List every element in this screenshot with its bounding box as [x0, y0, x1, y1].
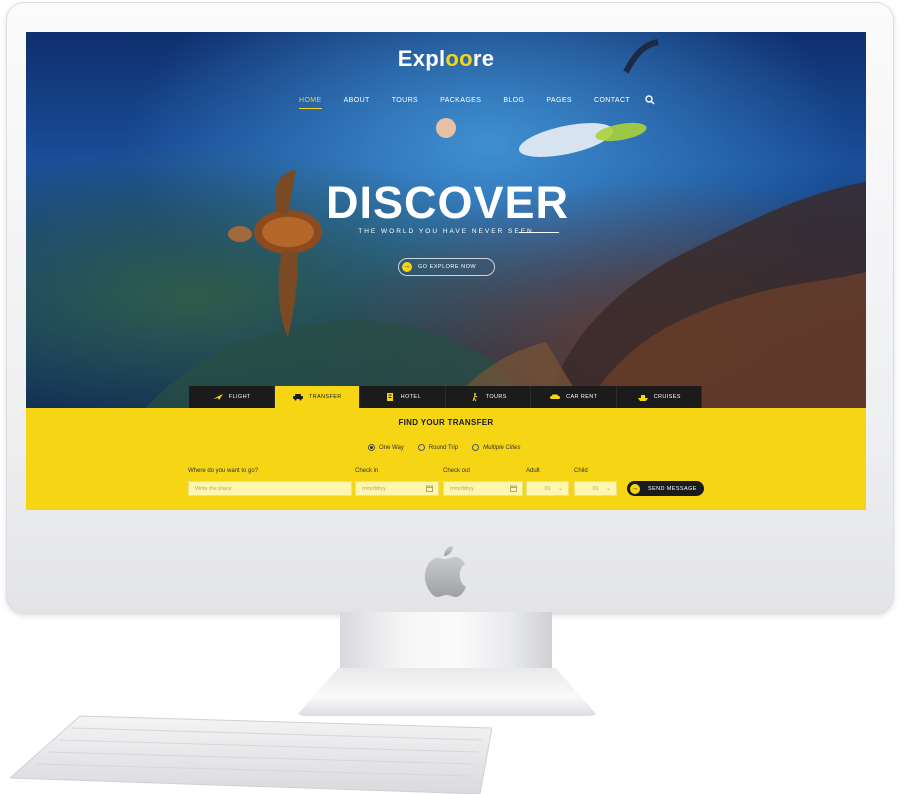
apple-logo-icon	[424, 546, 466, 597]
calendar-icon	[426, 485, 433, 492]
nav-contact[interactable]: CONTACT	[583, 97, 641, 104]
ship-icon	[637, 395, 648, 401]
adult-value: 01	[544, 485, 551, 492]
go-explore-label: GO EXPLORE NOW	[418, 264, 477, 270]
tab-transfer[interactable]: TRANSFER	[274, 386, 360, 408]
brand-suffix: re	[472, 46, 495, 71]
booking-panel: FIND YOUR TRANSFER One Way Round Trip Mu…	[26, 408, 866, 510]
option-round-trip[interactable]: Round Trip	[417, 444, 459, 451]
keyboard	[10, 715, 492, 794]
child-select[interactable]: 01 ⌄	[574, 481, 617, 496]
main-nav: HOME ABOUT TOURS PACKAGES BLOG PAGES CON…	[288, 92, 655, 109]
tab-cruises-label: CRUISES	[653, 394, 681, 400]
tab-flight[interactable]: FLIGHT	[189, 386, 275, 408]
checkout-placeholder: mm/dd/yy	[450, 485, 474, 492]
brand-prefix: Expl	[397, 46, 446, 71]
option-round-trip-label: Round Trip	[428, 444, 459, 451]
nav-about[interactable]: ABOUT	[333, 97, 381, 104]
option-one-way[interactable]: One Way	[368, 444, 404, 451]
nav-blog[interactable]: BLOG	[492, 97, 535, 104]
tab-transfer-label: TRANSFER	[308, 394, 342, 400]
chevron-down-icon: ⌄	[605, 486, 611, 492]
nav-packages[interactable]: PACKAGES	[429, 97, 492, 104]
nav-home[interactable]: HOME	[288, 97, 333, 109]
arrow-right-icon: →	[402, 262, 412, 272]
tab-flight-label: FLIGHT	[228, 394, 251, 400]
car-icon	[292, 394, 303, 401]
tab-hotel-label: HOTEL	[400, 394, 421, 400]
adult-select[interactable]: 01 ⌄	[526, 481, 569, 496]
brand-logo[interactable]: Exploore	[26, 46, 866, 72]
checkin-label: Check in	[355, 468, 379, 474]
option-multiple-cities[interactable]: Multiple Cities	[472, 444, 521, 451]
calendar-icon	[510, 485, 517, 492]
send-message-button[interactable]: → SEND MESSAGE	[627, 481, 704, 496]
adult-label: Adult	[526, 468, 540, 474]
nav-pages[interactable]: PAGES	[535, 97, 583, 104]
checkout-label: Check out	[443, 468, 471, 474]
destination-placeholder: Write the place	[195, 485, 232, 492]
radio-one-way[interactable]	[368, 444, 375, 451]
booking-title: FIND YOUR TRANSFER	[398, 418, 494, 427]
option-multiple-cities-label: Multiple Cities	[483, 444, 521, 451]
subline-divider	[519, 232, 559, 233]
tab-hotel[interactable]: HOTEL	[360, 386, 446, 408]
trip-options: One Way Round Trip Multiple Cities	[368, 444, 521, 451]
car-rent-icon	[550, 394, 561, 399]
imac-stand-foot	[296, 668, 598, 716]
tab-tours-label: TOURS	[485, 394, 507, 400]
plane-icon	[212, 394, 223, 400]
booking-tabs: FLIGHT TRANSFER HOTEL TOURS CAR RENT CRU…	[189, 386, 702, 408]
destination-label: Where do you want to go?	[188, 468, 259, 474]
hero-headline: DISCOVER	[326, 177, 570, 228]
brand-highlight: oo	[445, 46, 473, 71]
hotel-icon	[386, 393, 393, 401]
checkin-input[interactable]: mm/dd/yy	[355, 481, 439, 496]
child-value: 01	[592, 485, 599, 492]
option-one-way-label: One Way	[379, 444, 404, 451]
tab-car-rent[interactable]: CAR RENT	[531, 386, 617, 408]
child-label: Child	[574, 468, 588, 474]
tab-tours[interactable]: TOURS	[445, 386, 531, 408]
search-icon[interactable]	[645, 95, 655, 105]
chevron-down-icon: ⌄	[557, 486, 563, 492]
website-screen: Exploore HOME ABOUT TOURS PACKAGES BLOG …	[26, 32, 866, 510]
hiker-icon	[472, 393, 477, 401]
tab-cruises[interactable]: CRUISES	[616, 386, 702, 408]
destination-input[interactable]: Write the place	[188, 481, 352, 496]
checkin-placeholder: mm/dd/yy	[362, 485, 386, 492]
nav-tours[interactable]: TOURS	[381, 97, 429, 104]
send-message-label: SEND MESSAGE	[648, 485, 697, 492]
checkout-input[interactable]: mm/dd/yy	[443, 481, 523, 496]
go-explore-button[interactable]: → GO EXPLORE NOW	[398, 258, 495, 276]
radio-round-trip[interactable]	[417, 444, 425, 451]
arrow-right-icon: →	[630, 483, 640, 494]
tab-car-rent-label: CAR RENT	[566, 394, 598, 400]
hero-banner: Exploore HOME ABOUT TOURS PACKAGES BLOG …	[26, 32, 866, 408]
radio-multiple-cities[interactable]	[472, 444, 480, 451]
